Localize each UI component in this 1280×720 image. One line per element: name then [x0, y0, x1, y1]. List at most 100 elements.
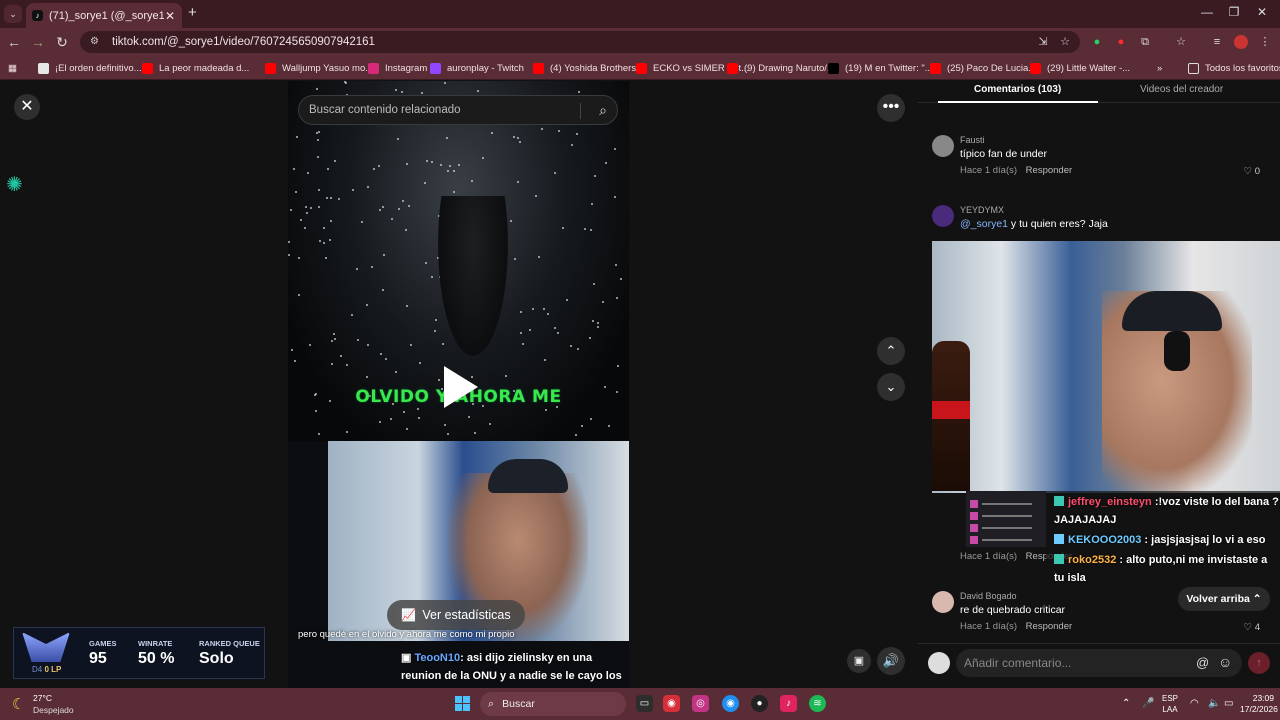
volume-icon[interactable]: 🔊: [877, 647, 905, 675]
extension-green-icon[interactable]: ●: [1090, 35, 1104, 49]
bookmark-item[interactable]: auronplay - Twitch: [430, 60, 524, 76]
apps-icon[interactable]: ▦: [8, 60, 17, 76]
all-favorites-folder[interactable]: Todos los favoritos: [1188, 60, 1280, 76]
view-stats-label: Ver estadísticas: [422, 608, 511, 622]
reload-icon[interactable]: ↻: [54, 34, 70, 50]
forward-icon[interactable]: →: [30, 34, 46, 50]
menu-icon[interactable]: ⋮: [1258, 35, 1272, 49]
favorites-icon[interactable]: ☆: [1174, 35, 1188, 49]
comment-meta: Hace 1 día(s) Responder: [960, 165, 1072, 176]
like-button[interactable]: ♡ 4: [1244, 622, 1260, 633]
mention-icon[interactable]: @: [1196, 655, 1209, 670]
bookmark-item[interactable]: (4) Yoshida Brothers...: [533, 60, 644, 76]
start-button[interactable]: [455, 696, 470, 711]
bookmark-favicon-icon: [142, 62, 153, 74]
tab-comments[interactable]: Comentarios (103): [974, 84, 1061, 95]
bookmark-item[interactable]: La peor madeada d...: [142, 60, 249, 76]
bookmark-item[interactable]: (29) Little Walter -...: [1030, 60, 1130, 76]
close-window-button[interactable]: ✕: [1255, 5, 1269, 19]
clock[interactable]: 23:09 17/2/2026: [1240, 693, 1278, 715]
file-explorer-icon[interactable]: ▭: [636, 695, 653, 712]
bookmark-item[interactable]: Walljump Yasuo mo...: [265, 60, 373, 76]
browser-toolbar: ← → ↻ ⚙ tiktok.com/@_sorye1/video/760724…: [0, 28, 1280, 56]
like-button[interactable]: ♡ 0: [1244, 166, 1260, 177]
back-icon[interactable]: ←: [6, 34, 22, 50]
instagram-icon[interactable]: ◎: [692, 695, 709, 712]
minimize-button[interactable]: —: [1200, 5, 1214, 19]
rain-drop: [356, 339, 359, 342]
speaker-icon[interactable]: 🔈: [1208, 698, 1220, 709]
github-icon[interactable]: ●: [751, 695, 768, 712]
back-to-top-button[interactable]: Volver arriba ⌃: [1178, 587, 1270, 611]
taskbar-search[interactable]: ⌕ Buscar: [480, 692, 626, 716]
chatgpt-extension-icon[interactable]: ✺: [6, 172, 26, 196]
avatar[interactable]: [932, 591, 954, 613]
extension-red-icon[interactable]: ●: [1114, 35, 1128, 49]
tab-search-button[interactable]: ⌄: [4, 5, 22, 23]
rain-drop: [575, 132, 578, 135]
bookmark-item[interactable]: (9) Drawing Naruto/...: [727, 60, 835, 76]
weather-temperature[interactable]: 27°C: [33, 693, 52, 703]
comment-time: Hace 1 día(s): [960, 621, 1018, 632]
close-tab-icon[interactable]: ✕: [164, 9, 176, 23]
next-video-button[interactable]: ⌄: [877, 373, 905, 401]
bookmark-item[interactable]: (25) Paco De Lucia...: [930, 60, 1036, 76]
tray-overflow-icon[interactable]: ⌃: [1122, 698, 1130, 709]
view-stats-button[interactable]: 📈 Ver estadísticas: [387, 600, 525, 630]
avatar[interactable]: [932, 135, 954, 157]
search-placeholder: Buscar contenido relacionado: [309, 104, 461, 116]
emoji-icon[interactable]: ☺: [1218, 654, 1232, 670]
wifi-icon[interactable]: ◠: [1190, 698, 1199, 709]
tab-tiktok[interactable]: ♪ (71)_sorye1 (@_sorye1) | TikTok ✕: [26, 3, 182, 28]
restore-button[interactable]: ❐: [1227, 5, 1241, 19]
chrome-icon[interactable]: ◉: [722, 695, 739, 712]
rain-drop: [513, 258, 516, 261]
play-icon[interactable]: [444, 366, 478, 408]
bookmark-item[interactable]: Instagram: [368, 60, 427, 76]
reading-list-icon[interactable]: ≡: [1210, 35, 1224, 49]
close-video-button[interactable]: ✕: [14, 94, 40, 120]
rain-drop: [434, 329, 437, 332]
comment-username[interactable]: Fausti: [960, 135, 985, 145]
new-tab-button[interactable]: +: [188, 4, 202, 22]
site-info-icon[interactable]: ⚙: [90, 36, 102, 48]
bookmarks-overflow-button[interactable]: »: [1157, 60, 1162, 76]
weather-description[interactable]: Despejado: [33, 705, 74, 715]
spotify-icon[interactable]: ≋: [809, 695, 826, 712]
pip-icon[interactable]: ▣: [847, 649, 871, 673]
bookmark-star-icon[interactable]: ☆: [1058, 35, 1072, 49]
tab-creator-videos[interactable]: Videos del creador: [1140, 84, 1223, 95]
profile-avatar[interactable]: [1234, 35, 1248, 49]
bookmark-item[interactable]: ¡El orden definitivo...: [38, 60, 142, 76]
install-app-icon[interactable]: ⇲: [1036, 35, 1050, 49]
more-options-button[interactable]: •••: [877, 94, 905, 122]
rain-drop: [565, 299, 568, 302]
weather-moon-icon[interactable]: ☾: [12, 695, 25, 713]
games-stat: GAMES 95: [89, 639, 117, 667]
microphone-icon[interactable]: 🎤: [1142, 698, 1154, 709]
rain-drop: [372, 167, 375, 170]
send-button[interactable]: ↑: [1248, 652, 1270, 674]
battery-icon[interactable]: ▭: [1224, 698, 1233, 709]
comment-username[interactable]: YEYDYMX: [960, 205, 1004, 215]
avatar[interactable]: [932, 205, 954, 227]
lol-rank-widget: D4 0 LP GAMES 95 WINRATE 50 % RANKED QUE…: [13, 627, 265, 679]
rain-drop: [488, 423, 491, 426]
search-icon[interactable]: ⌕: [599, 102, 607, 119]
tiktok-app-icon[interactable]: ♪: [780, 695, 797, 712]
extensions-icon[interactable]: ⧉: [1138, 35, 1152, 49]
app-red-icon[interactable]: ◉: [663, 695, 680, 712]
rain-drop: [290, 208, 293, 211]
address-bar[interactable]: ⚙ tiktok.com/@_sorye1/video/760724565090…: [80, 31, 1080, 53]
video-player[interactable]: OLVIDO Y AHORA ME 📈 Ver estadísticas per…: [288, 81, 629, 688]
related-search-input[interactable]: Buscar contenido relacionado ⌕: [298, 95, 618, 125]
rain-drop: [418, 416, 421, 419]
comment-username[interactable]: David Bogado: [960, 591, 1017, 601]
previous-video-button[interactable]: ⌃: [877, 337, 905, 365]
rain-drop: [520, 310, 523, 313]
mention-link[interactable]: @_sorye1: [960, 218, 1008, 230]
reply-button[interactable]: Responder: [1026, 621, 1072, 632]
bookmark-item[interactable]: (19) M en Twitter: "...: [828, 60, 933, 76]
reply-button[interactable]: Responder: [1026, 165, 1072, 176]
language-indicator[interactable]: ESP LAA: [1162, 693, 1178, 715]
